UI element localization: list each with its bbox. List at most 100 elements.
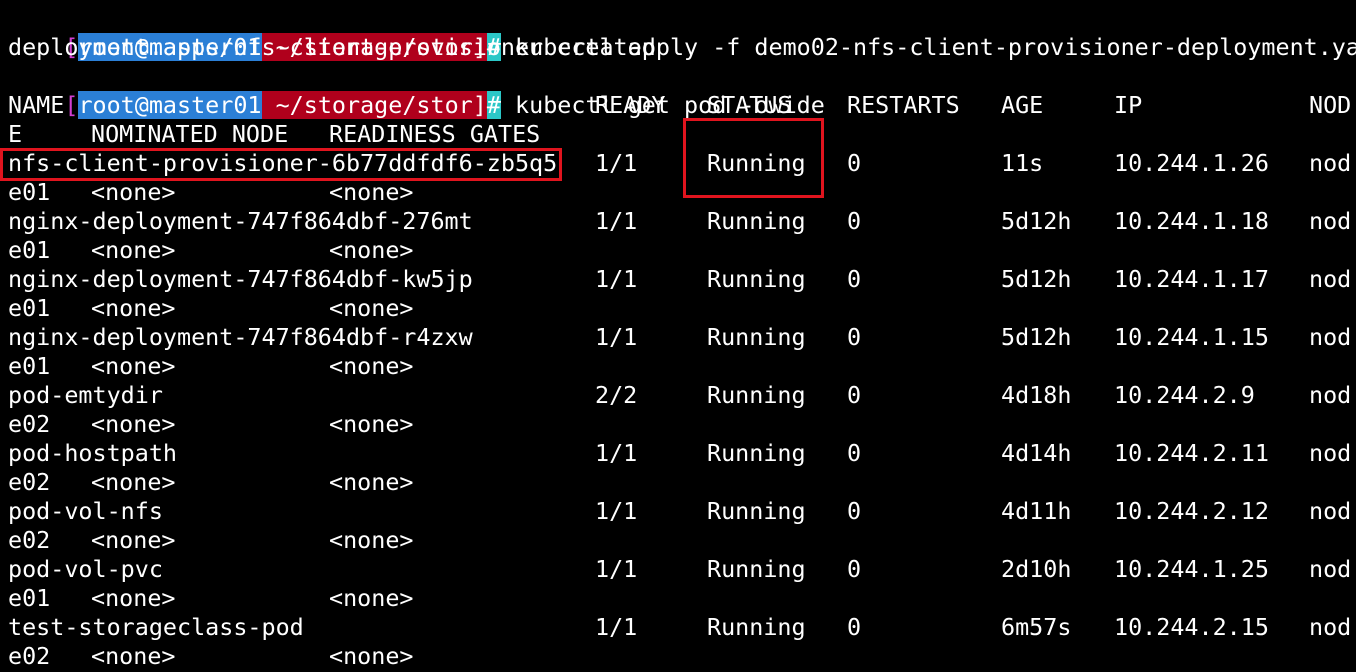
cell-age: 5d12h: [1001, 323, 1072, 351]
cell-nominated: <none>: [91, 642, 176, 670]
header-readiness: READINESS GATES: [329, 120, 541, 148]
cell-nominated: <none>: [91, 178, 176, 206]
cell-ip: 10.244.1.25: [1114, 555, 1269, 583]
terminal-window[interactable]: [root@master01 ~/storage/stor]# kubectl …: [0, 0, 1356, 672]
header-nominated: NOMINATED NODE: [91, 120, 289, 148]
cell-ip: 10.244.2.11: [1114, 439, 1269, 467]
header-restarts: RESTARTS: [847, 91, 960, 119]
table-row-wrap: e01 <none> <none>: [8, 352, 1356, 381]
cell-readiness: <none>: [329, 352, 414, 380]
table-row-wrap: e02 <none> <none>: [8, 468, 1356, 497]
cell-ready: 1/1: [595, 497, 638, 525]
table-row-wrap: e01 <none> <none>: [8, 178, 1356, 207]
table-row: nginx-deployment-747f864dbf-276mt 1/1 Runn…: [8, 207, 1356, 236]
header-node: NOD: [1309, 91, 1352, 119]
cell-restarts: 0: [847, 497, 862, 525]
cell-readiness: <none>: [329, 468, 414, 496]
cell-node-wrap: e01: [8, 236, 51, 264]
cell-nominated: <none>: [91, 294, 176, 322]
cell-ip: 10.244.1.26: [1114, 149, 1269, 177]
cell-node-wrap: e01: [8, 294, 51, 322]
header-ready: READY: [595, 91, 666, 119]
cell-ip: 10.244.1.15: [1114, 323, 1269, 351]
cell-node: nod: [1309, 439, 1352, 467]
cell-restarts: 0: [847, 323, 862, 351]
cell-node: nod: [1309, 323, 1352, 351]
cell-status: Running: [707, 439, 806, 467]
cell-readiness: <none>: [329, 236, 414, 264]
cell-status: Running: [707, 323, 806, 351]
cell-node-wrap: e02: [8, 526, 51, 554]
cell-readiness: <none>: [329, 584, 414, 612]
cell-node-wrap: e02: [8, 410, 51, 438]
table-row: pod-hostpath 1/1 Running 0 4d14h 10.244.2.11 n…: [8, 439, 1356, 468]
cell-restarts: 0: [847, 381, 862, 409]
header-age: AGE: [1001, 91, 1044, 119]
cell-ready: 1/1: [595, 613, 638, 641]
cell-age: 4d18h: [1001, 381, 1072, 409]
header-node-wrap: E: [8, 120, 23, 148]
cell-ip: 10.244.2.12: [1114, 497, 1269, 525]
cell-node: nod: [1309, 149, 1352, 177]
cell-nominated: <none>: [91, 352, 176, 380]
cell-node: nod: [1309, 381, 1352, 409]
table-row-wrap: e01 <none> <none>: [8, 236, 1356, 265]
cell-name: nginx-deployment-747f864dbf-r4zxw: [8, 323, 473, 351]
cell-name: pod-vol-nfs: [8, 497, 163, 525]
cell-status: Running: [707, 381, 806, 409]
cell-restarts: 0: [847, 265, 862, 293]
cell-age: 11s: [1001, 149, 1044, 177]
prompt-line-get: [root@master01 ~/storage/stor]# kubectl …: [8, 62, 825, 119]
cell-ip: 10.244.2.9: [1114, 381, 1255, 409]
cell-readiness: <none>: [329, 526, 414, 554]
table-row: test-storageclass-pod 1/1 Running 0 6m57s 10.…: [8, 613, 1356, 642]
table-row-wrap: e01 <none> <none>: [8, 294, 1356, 323]
table-row: pod-emtydir 2/2 Running 0 4d18h 10.244.2.9 nod: [8, 381, 1356, 410]
table-row-wrap: e02 <none> <none>: [8, 526, 1356, 555]
cell-ready: 1/1: [595, 207, 638, 235]
cell-status: Running: [707, 555, 806, 583]
table-row: pod-vol-nfs 1/1 Running 0 4d11h 10.244.2.12 no…: [8, 497, 1356, 526]
cell-age: 2d10h: [1001, 555, 1072, 583]
cell-ready: 1/1: [595, 149, 638, 177]
top-edge: [0, 0, 1356, 4]
cell-node: nod: [1309, 613, 1352, 641]
cell-restarts: 0: [847, 207, 862, 235]
header-status: STATUS: [707, 91, 792, 119]
table-row: nginx-deployment-747f864dbf-r4zxw 1/1 Runn…: [8, 323, 1356, 352]
cell-name: pod-emtydir: [8, 381, 163, 409]
table-row-wrap: e01 <none> <none>: [8, 584, 1356, 613]
cell-restarts: 0: [847, 149, 862, 177]
cell-nominated: <none>: [91, 468, 176, 496]
cell-nominated: <none>: [91, 236, 176, 264]
cell-ready: 1/1: [595, 439, 638, 467]
highlight-status: [683, 118, 824, 198]
table-row-wrap: e02 <none> <none>: [8, 410, 1356, 439]
prompt-line-apply: [root@master01 ~/storage/stor]# kubectl …: [8, 4, 1356, 61]
cell-age: 6m57s: [1001, 613, 1072, 641]
cell-node: nod: [1309, 555, 1352, 583]
cell-node-wrap: e01: [8, 584, 51, 612]
cell-age: 4d11h: [1001, 497, 1072, 525]
cell-readiness: <none>: [329, 178, 414, 206]
cell-node-wrap: e02: [8, 642, 51, 670]
cell-ip: 10.244.2.15: [1114, 613, 1269, 641]
cell-node: nod: [1309, 207, 1352, 235]
header-name: NAME: [8, 91, 65, 119]
cell-name: pod-hostpath: [8, 439, 177, 467]
cell-ip: 10.244.1.17: [1114, 265, 1269, 293]
cell-node: nod: [1309, 265, 1352, 293]
cell-ready: 1/1: [595, 555, 638, 583]
table-row: nginx-deployment-747f864dbf-kw5jp 1/1 Runn…: [8, 265, 1356, 294]
table-row-wrap: e02 <none> <none>: [8, 642, 1356, 671]
cell-readiness: <none>: [329, 294, 414, 322]
cell-name: test-storageclass-pod: [8, 613, 304, 641]
cell-nominated: <none>: [91, 584, 176, 612]
cell-name: nginx-deployment-747f864dbf-kw5jp: [8, 265, 473, 293]
cell-status: Running: [707, 265, 806, 293]
table-header-wrap: E NOMINATED NODE READINESS GATES: [8, 120, 1356, 149]
cell-readiness: <none>: [329, 410, 414, 438]
cell-status: Running: [707, 207, 806, 235]
cell-restarts: 0: [847, 439, 862, 467]
cell-age: 5d12h: [1001, 265, 1072, 293]
